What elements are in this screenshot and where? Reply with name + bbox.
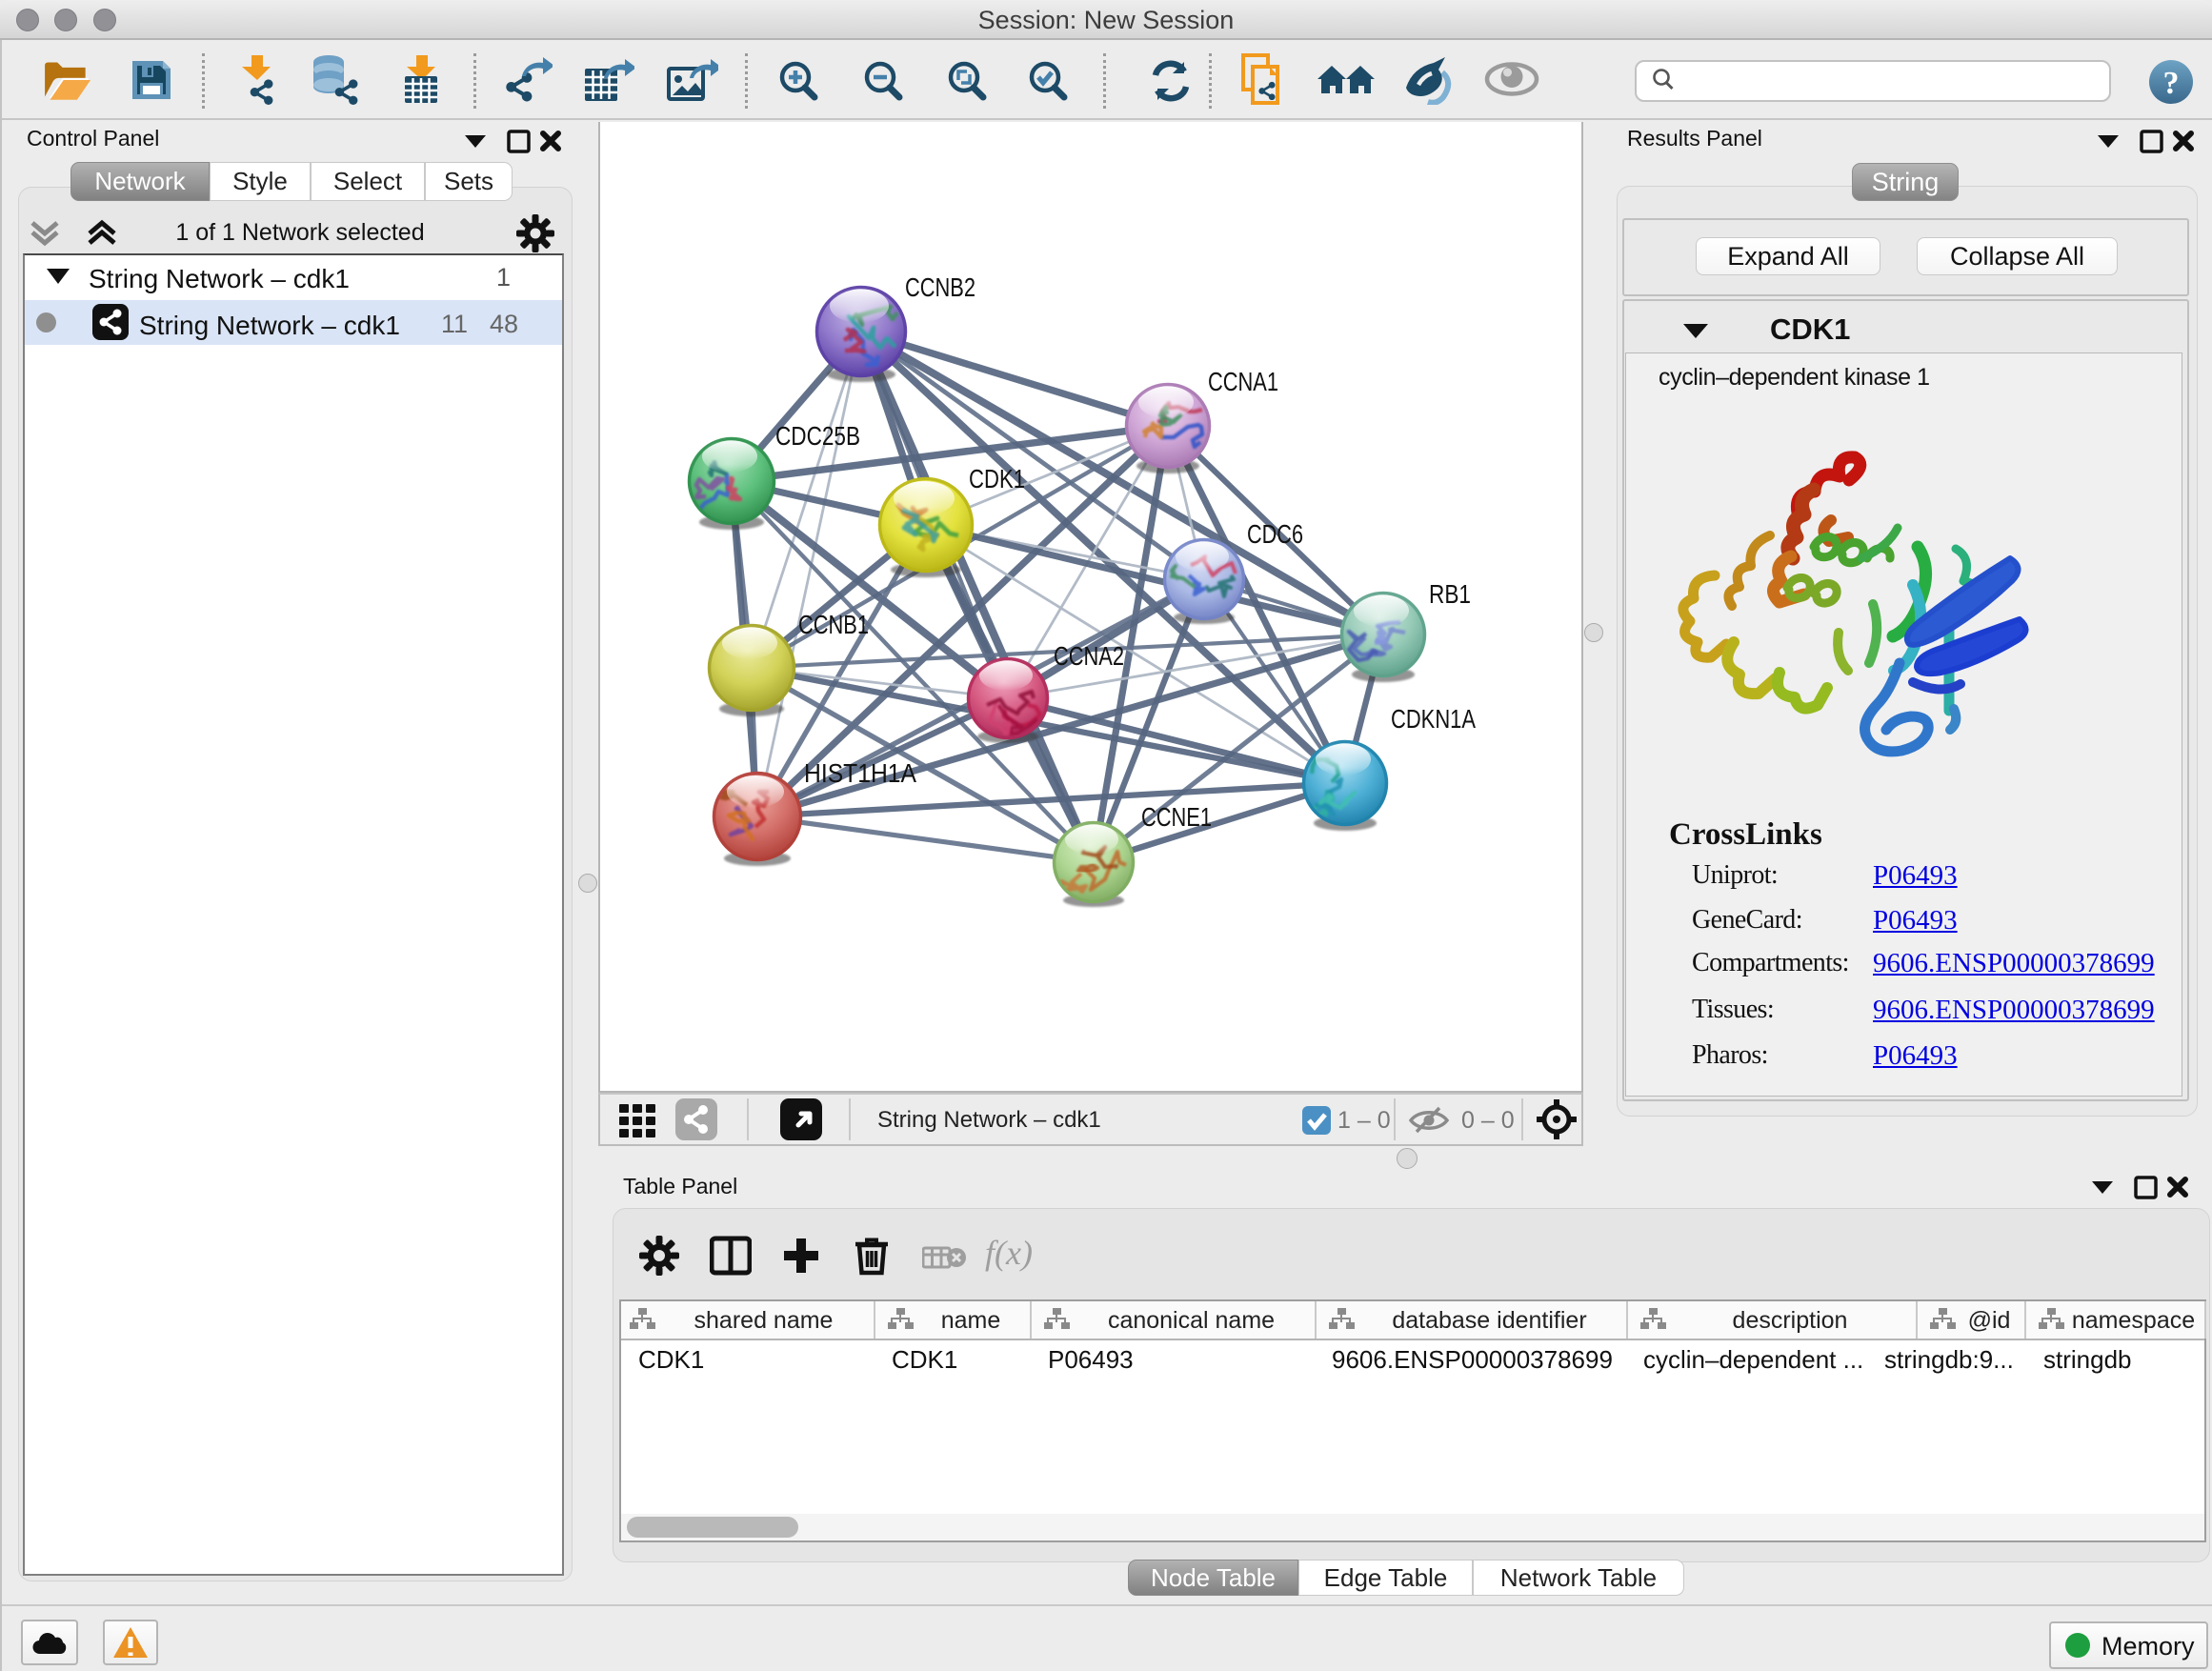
svg-text:CDC6: CDC6	[1247, 519, 1303, 549]
svg-text:CCNE1: CCNE1	[1141, 802, 1212, 832]
svg-text:CDKN1A: CDKN1A	[1391, 704, 1476, 734]
svg-text:CCNB1: CCNB1	[798, 610, 869, 639]
svg-text:CDC25B: CDC25B	[775, 421, 860, 451]
svg-text:CCNB2: CCNB2	[905, 272, 975, 302]
svg-text:?: ?	[2163, 66, 2180, 101]
svg-text:RB1: RB1	[1429, 579, 1471, 609]
svg-text:CCNA1: CCNA1	[1208, 367, 1278, 396]
svg-text:CCNA2: CCNA2	[1054, 641, 1124, 671]
svg-text:HIST1H1A: HIST1H1A	[804, 758, 916, 788]
svg-text:CDK1: CDK1	[969, 464, 1025, 493]
